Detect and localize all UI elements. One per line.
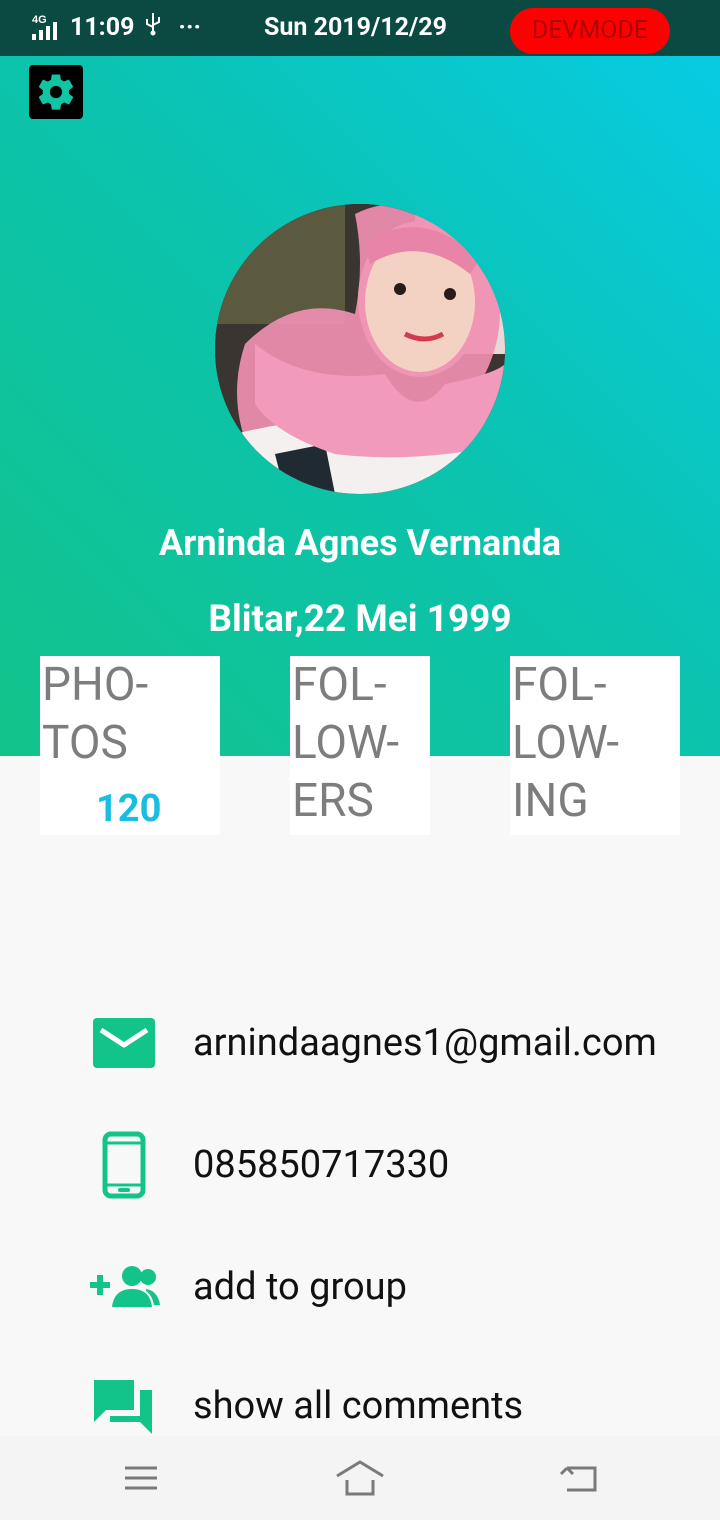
signal-icon: 4G <box>30 12 60 42</box>
devmode-badge: DEVMODE <box>510 8 670 54</box>
settings-button[interactable] <box>29 65 83 119</box>
gear-icon <box>38 74 74 110</box>
email-icon <box>88 1003 160 1083</box>
phone-row[interactable]: 085850717330 <box>0 1125 720 1205</box>
avatar-photo <box>215 204 505 494</box>
add-group-text: add to group <box>193 1265 407 1309</box>
status-bar: 4G 11:09 ··· Sun 2019/12/29 DEVMODE <box>0 0 720 56</box>
profile-name: Arninda Agnes Vernanda <box>158 522 562 564</box>
email-row[interactable]: arnindaagnes1@gmail.com <box>0 1003 720 1083</box>
back-icon[interactable] <box>554 1456 604 1500</box>
profile-avatar[interactable] <box>215 204 505 494</box>
profile-birth: Blitar,22 Mei 1999 <box>208 598 512 641</box>
usb-icon <box>144 12 162 42</box>
network-type: 4G <box>32 14 47 26</box>
phone-icon <box>88 1125 160 1205</box>
status-time: 11:09 <box>70 12 135 42</box>
stat-photos[interactable]: PHO- TOS 120 <box>40 656 220 835</box>
comments-text: show all comments <box>193 1384 524 1428</box>
add-group-icon <box>88 1247 160 1327</box>
stat-following[interactable]: FOL- LOW- ING <box>510 656 680 835</box>
stat-photos-count: 120 <box>96 787 162 831</box>
stat-followers-label: FOL- LOW- ERS <box>292 658 400 828</box>
stat-photos-label: PHO- TOS <box>42 658 149 770</box>
email-text: arnindaagnes1@gmail.com <box>193 1021 657 1065</box>
comments-row[interactable]: show all comments <box>0 1366 720 1446</box>
comments-icon <box>88 1366 160 1446</box>
menu-icon[interactable] <box>116 1456 166 1500</box>
status-left: 4G 11:09 ··· <box>30 12 201 42</box>
home-icon[interactable] <box>335 1456 385 1500</box>
phone-text: 085850717330 <box>193 1143 450 1187</box>
more-indicator: ··· <box>178 12 202 42</box>
stat-following-label: FOL- LOW- ING <box>512 658 620 828</box>
system-navbar <box>0 1436 720 1520</box>
add-group-row[interactable]: add to group <box>0 1247 720 1327</box>
stat-followers[interactable]: FOL- LOW- ERS <box>290 656 430 835</box>
status-date: Sun 2019/12/29 <box>264 13 447 42</box>
